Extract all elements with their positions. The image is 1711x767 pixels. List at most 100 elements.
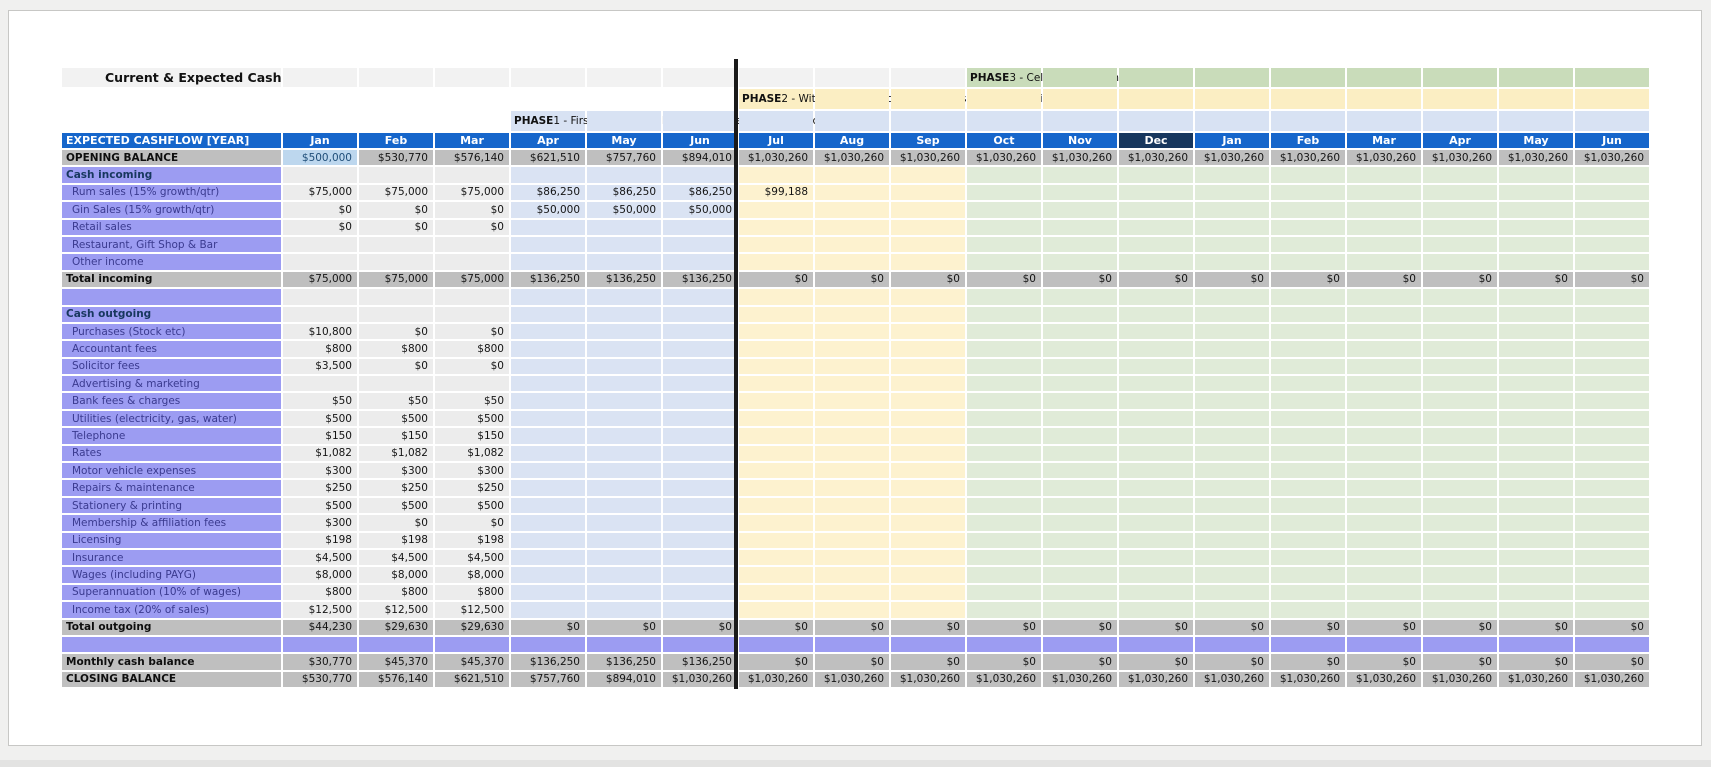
value-cell[interactable]: $4,500: [359, 550, 433, 565]
value-cell[interactable]: [967, 411, 1041, 426]
value-cell[interactable]: [967, 550, 1041, 565]
value-cell[interactable]: $50,000: [511, 202, 585, 217]
value-cell[interactable]: $1,030,260: [1271, 150, 1345, 165]
value-cell[interactable]: [1271, 324, 1345, 339]
value-cell[interactable]: [967, 533, 1041, 548]
value-cell[interactable]: [1499, 185, 1573, 200]
value-cell[interactable]: $576,140: [359, 672, 433, 687]
value-cell[interactable]: $1,030,260: [1195, 150, 1269, 165]
value-cell[interactable]: [739, 359, 813, 374]
banner-cell[interactable]: [663, 68, 737, 87]
value-cell[interactable]: [1499, 463, 1573, 478]
value-cell[interactable]: [1271, 411, 1345, 426]
value-cell[interactable]: [739, 167, 813, 182]
value-cell[interactable]: $0: [815, 272, 889, 287]
value-cell[interactable]: $0: [891, 620, 965, 635]
value-cell[interactable]: [1043, 324, 1117, 339]
value-cell[interactable]: [511, 637, 585, 652]
value-cell[interactable]: $0: [1119, 272, 1193, 287]
value-cell[interactable]: [1195, 341, 1269, 356]
value-cell[interactable]: [891, 602, 965, 617]
value-cell[interactable]: [587, 324, 661, 339]
value-cell[interactable]: [1119, 254, 1193, 269]
value-cell[interactable]: [739, 567, 813, 582]
value-cell[interactable]: [1575, 585, 1649, 600]
banner-cell[interactable]: [511, 68, 585, 87]
value-cell[interactable]: [1043, 637, 1117, 652]
value-cell[interactable]: [815, 202, 889, 217]
value-cell[interactable]: $8,000: [359, 567, 433, 582]
column-header-month[interactable]: Sep: [891, 133, 965, 148]
value-cell[interactable]: [1043, 376, 1117, 391]
column-header-month[interactable]: Feb: [359, 133, 433, 148]
value-cell[interactable]: [1575, 307, 1649, 322]
title-cell[interactable]: Current & Expected Cash Flow: [62, 68, 281, 87]
value-cell[interactable]: [1499, 428, 1573, 443]
value-cell[interactable]: [1575, 220, 1649, 235]
value-cell[interactable]: [1347, 463, 1421, 478]
value-cell[interactable]: $12,500: [359, 602, 433, 617]
value-cell[interactable]: [1499, 411, 1573, 426]
value-cell[interactable]: [1347, 515, 1421, 530]
value-cell[interactable]: [967, 220, 1041, 235]
value-cell[interactable]: [511, 237, 585, 252]
value-cell[interactable]: [283, 254, 357, 269]
banner-cell[interactable]: [435, 89, 509, 109]
value-cell[interactable]: [967, 185, 1041, 200]
value-cell[interactable]: [1575, 533, 1649, 548]
value-cell[interactable]: [739, 515, 813, 530]
value-cell[interactable]: [1499, 585, 1573, 600]
value-cell[interactable]: $0: [815, 620, 889, 635]
value-cell[interactable]: [739, 637, 813, 652]
banner-cell[interactable]: [815, 68, 889, 87]
banner-cell[interactable]: [359, 68, 433, 87]
value-cell[interactable]: [511, 220, 585, 235]
value-cell[interactable]: [1043, 289, 1117, 304]
value-cell[interactable]: [1423, 550, 1497, 565]
value-cell[interactable]: [815, 359, 889, 374]
value-cell[interactable]: $29,630: [359, 620, 433, 635]
value-cell[interactable]: $250: [359, 480, 433, 495]
banner-cell[interactable]: [435, 111, 509, 131]
value-cell[interactable]: [511, 602, 585, 617]
value-cell[interactable]: $1,030,260: [1195, 672, 1269, 687]
value-cell[interactable]: [1575, 341, 1649, 356]
value-cell[interactable]: [663, 307, 737, 322]
value-cell[interactable]: [967, 446, 1041, 461]
value-cell[interactable]: [1423, 393, 1497, 408]
value-cell[interactable]: [1043, 515, 1117, 530]
value-cell[interactable]: [891, 637, 965, 652]
value-cell[interactable]: [1423, 602, 1497, 617]
value-cell[interactable]: [815, 167, 889, 182]
value-cell[interactable]: $530,770: [359, 150, 433, 165]
value-cell[interactable]: [1195, 237, 1269, 252]
value-cell[interactable]: [1271, 167, 1345, 182]
value-cell[interactable]: [1271, 550, 1345, 565]
value-cell[interactable]: [1195, 463, 1269, 478]
value-cell[interactable]: $8,000: [435, 567, 509, 582]
value-cell[interactable]: [1423, 411, 1497, 426]
banner-cell[interactable]: [1499, 68, 1573, 87]
value-cell[interactable]: [1575, 167, 1649, 182]
value-cell[interactable]: [1423, 359, 1497, 374]
banner-cell[interactable]: [587, 68, 661, 87]
value-cell[interactable]: [1195, 167, 1269, 182]
value-cell[interactable]: [511, 341, 585, 356]
value-cell[interactable]: $894,010: [587, 672, 661, 687]
value-cell[interactable]: [663, 567, 737, 582]
value-cell[interactable]: $150: [359, 428, 433, 443]
value-cell[interactable]: [1119, 185, 1193, 200]
value-cell[interactable]: [739, 463, 813, 478]
banner-cell[interactable]: [1499, 111, 1573, 131]
value-cell[interactable]: [587, 307, 661, 322]
value-cell[interactable]: [1575, 254, 1649, 269]
value-cell[interactable]: $86,250: [587, 185, 661, 200]
value-cell[interactable]: [1423, 341, 1497, 356]
value-cell[interactable]: [663, 637, 737, 652]
value-cell[interactable]: [1499, 637, 1573, 652]
value-cell[interactable]: [663, 220, 737, 235]
value-cell[interactable]: [1271, 220, 1345, 235]
value-cell[interactable]: [1043, 220, 1117, 235]
value-cell[interactable]: $0: [359, 359, 433, 374]
row-label[interactable]: Membership & affiliation fees: [62, 515, 281, 530]
